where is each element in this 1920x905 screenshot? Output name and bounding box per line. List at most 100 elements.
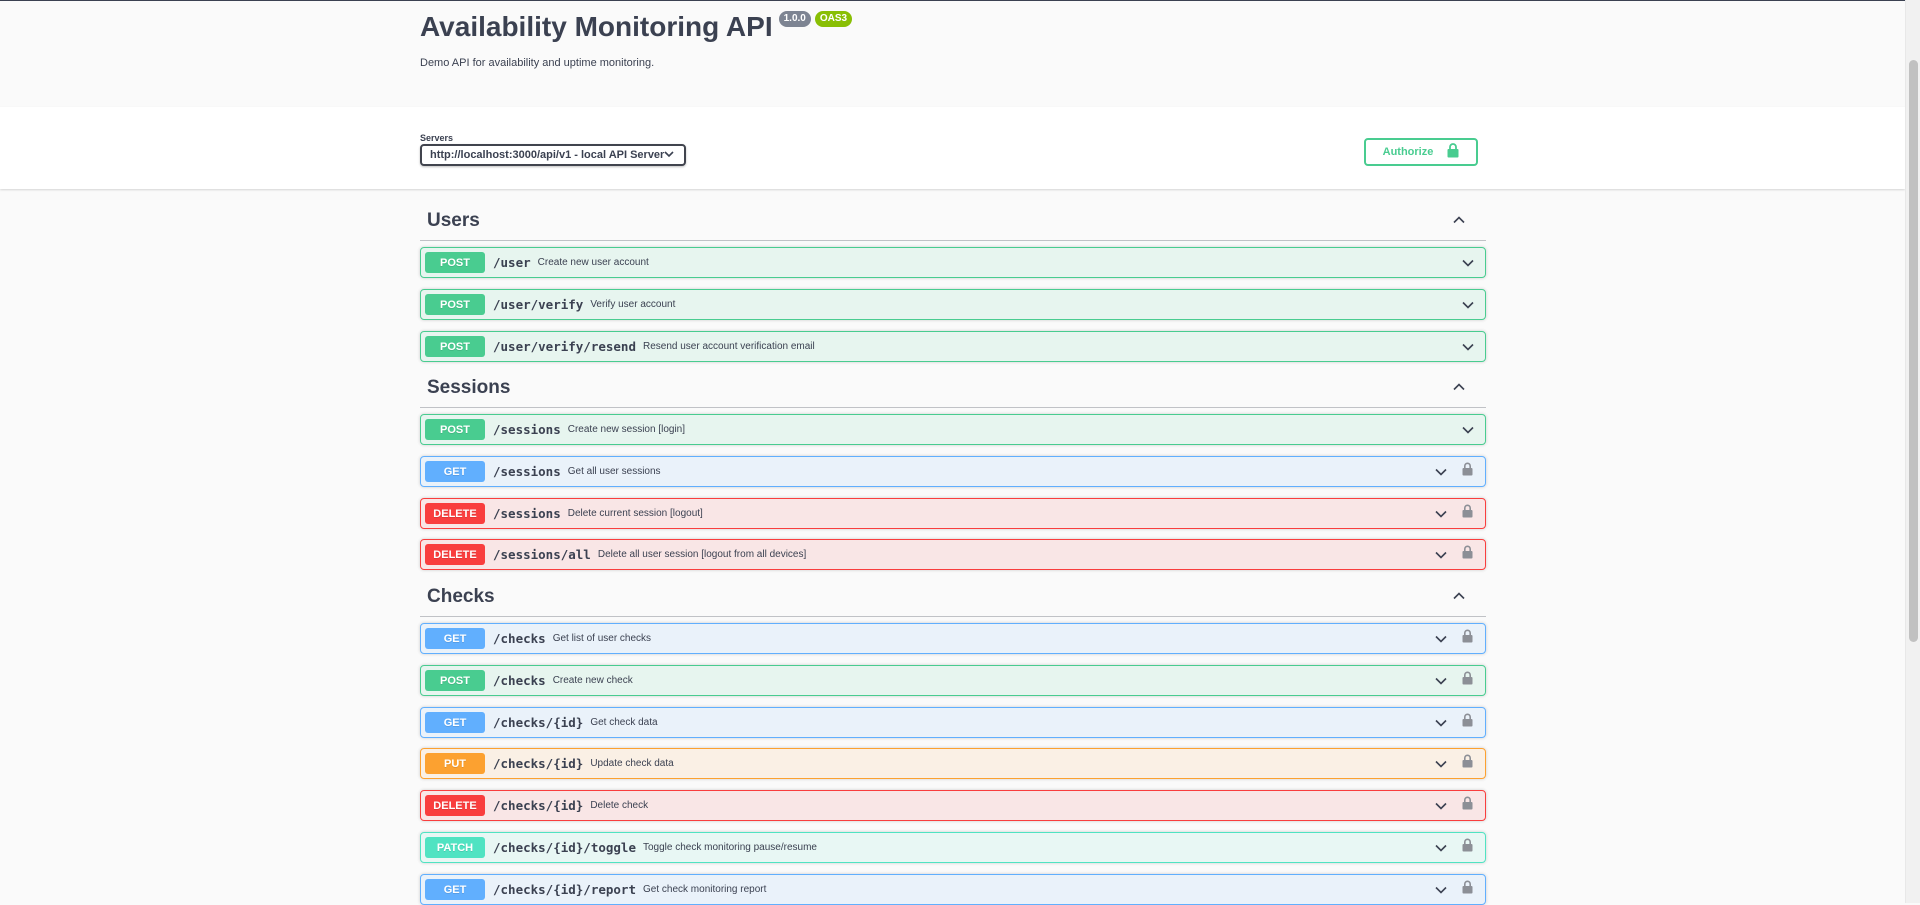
operation-row[interactable]: DELETE/sessions Delete current session [l…: [420, 498, 1486, 529]
operation-controls: [1434, 791, 1485, 820]
operation-row[interactable]: POST/checks Create new check: [420, 665, 1486, 696]
operation-summary: Resend user account verification email: [643, 341, 815, 352]
chevron-down-icon[interactable]: [1434, 883, 1448, 897]
operation-row[interactable]: PUT/checks/{id} Update check data: [420, 748, 1486, 779]
operation-path: /checks: [493, 673, 546, 688]
operation-summary: Create new session [login]: [567, 424, 686, 435]
lock-icon[interactable]: [1462, 545, 1473, 564]
operation-path: /checks/{id}: [493, 756, 584, 771]
operation-controls: [1434, 833, 1485, 862]
method-badge: GET: [425, 712, 485, 733]
method-badge: DELETE: [425, 544, 485, 565]
tag-section-users[interactable]: Users: [420, 201, 1486, 241]
operation-path: /sessions/all: [493, 547, 591, 562]
authorize-button[interactable]: Authorize: [1364, 138, 1478, 166]
method-badge: PATCH: [425, 837, 485, 858]
operation-path: /sessions: [493, 422, 561, 437]
method-badge: POST: [425, 252, 485, 273]
chevron-down-icon[interactable]: [1434, 507, 1448, 521]
chevron-down-icon[interactable]: [1461, 423, 1475, 437]
chevron-down-icon[interactable]: [1434, 674, 1448, 688]
operation-summary: Create new user account: [537, 257, 649, 268]
operation-summary: Get check data: [590, 717, 658, 728]
info-section: [0, 1, 1905, 107]
chevron-down-icon[interactable]: [1461, 298, 1475, 312]
chevron-down-icon[interactable]: [1434, 716, 1448, 730]
operation-row[interactable]: POST/user Create new user account: [420, 247, 1486, 278]
operation-controls: [1461, 332, 1485, 361]
operation-row[interactable]: GET/checks/{id} Get check data: [420, 707, 1486, 738]
chevron-down-icon[interactable]: [1434, 632, 1448, 646]
operation-row[interactable]: GET/checks/{id}/report Get check monitori…: [420, 874, 1486, 905]
operation-row[interactable]: GET/sessions Get all user sessions: [420, 456, 1486, 487]
tag-section-sessions[interactable]: Sessions: [420, 368, 1486, 408]
scheme-container: [0, 107, 1905, 189]
method-badge: DELETE: [425, 795, 485, 816]
method-badge: POST: [425, 294, 485, 315]
lock-icon[interactable]: [1462, 754, 1473, 773]
lock-icon[interactable]: [1462, 796, 1473, 815]
chevron-up-icon[interactable]: [1452, 589, 1466, 603]
lock-icon[interactable]: [1462, 629, 1473, 648]
operation-row[interactable]: POST/user/verify Verify user account: [420, 289, 1486, 320]
chevron-up-icon[interactable]: [1452, 380, 1466, 394]
operation-row[interactable]: DELETE/checks/{id} Delete check: [420, 790, 1486, 821]
operation-controls: [1434, 499, 1485, 528]
operation-row[interactable]: DELETE/sessions/all Delete all user sessi…: [420, 539, 1486, 570]
operation-row[interactable]: GET/checks Get list of user checks: [420, 623, 1486, 654]
operation-summary: Delete current session [logout]: [567, 508, 703, 519]
chevron-down-icon[interactable]: [1461, 256, 1475, 270]
lock-icon[interactable]: [1462, 504, 1473, 523]
lock-icon[interactable]: [1462, 462, 1473, 481]
chevron-down-icon[interactable]: [1434, 841, 1448, 855]
operation-path: /user: [493, 255, 531, 270]
method-badge: PUT: [425, 753, 485, 774]
method-badge: GET: [425, 461, 485, 482]
title-row: Availability Monitoring API 1.0.0 OAS3: [420, 11, 853, 43]
operation-summary: Get all user sessions: [567, 466, 661, 477]
chevron-up-icon[interactable]: [1452, 213, 1466, 227]
scrollbar-thumb[interactable]: [1909, 60, 1918, 642]
operation-controls: [1434, 708, 1485, 737]
operation-controls: [1434, 457, 1485, 486]
chevron-down-icon[interactable]: [1434, 799, 1448, 813]
operation-controls: [1434, 875, 1485, 904]
operation-row[interactable]: POST/user/verify/resend Resend user accou…: [420, 331, 1486, 362]
operation-summary: Update check data: [590, 758, 674, 769]
operation-path: /checks: [493, 631, 546, 646]
chevron-down-icon[interactable]: [1461, 340, 1475, 354]
oas-badge: OAS3: [814, 11, 853, 27]
operation-summary: Delete check: [590, 800, 649, 811]
operation-controls: [1434, 540, 1485, 569]
tag-title: Sessions: [427, 376, 511, 398]
operation-controls: [1434, 666, 1485, 695]
chevron-down-icon[interactable]: [1434, 757, 1448, 771]
lock-icon: [1447, 143, 1459, 161]
operation-path: /sessions: [493, 464, 561, 479]
operation-controls: [1434, 749, 1485, 778]
lock-icon[interactable]: [1462, 671, 1473, 690]
operation-row[interactable]: POST/sessions Create new session [login]: [420, 414, 1486, 445]
operation-controls: [1461, 248, 1485, 277]
chevron-down-icon[interactable]: [1434, 548, 1448, 562]
servers-select[interactable]: http://localhost:3000/api/v1 - local API…: [420, 144, 686, 166]
api-description: Demo API for availability and uptime mon…: [420, 57, 655, 69]
operation-controls: [1461, 415, 1485, 444]
operation-path: /user/verify: [493, 297, 584, 312]
lock-icon[interactable]: [1462, 880, 1473, 899]
operation-path: /checks/{id}: [493, 798, 584, 813]
operation-summary: Toggle check monitoring pause/resume: [643, 842, 817, 853]
method-badge: DELETE: [425, 503, 485, 524]
chevron-down-icon[interactable]: [1434, 465, 1448, 479]
operation-controls: [1434, 624, 1485, 653]
tag-title: Users: [427, 209, 480, 231]
lock-icon[interactable]: [1462, 838, 1473, 857]
operation-path: /checks/{id}/toggle: [493, 840, 636, 855]
tag-section-checks[interactable]: Checks: [420, 577, 1486, 617]
operation-summary: Get check monitoring report: [643, 884, 767, 895]
operation-summary: Verify user account: [590, 299, 676, 310]
scrollbar[interactable]: [1905, 0, 1920, 903]
operation-summary: Get list of user checks: [552, 633, 652, 644]
operation-row[interactable]: PATCH/checks/{id}/toggle Toggle check mon…: [420, 832, 1486, 863]
lock-icon[interactable]: [1462, 713, 1473, 732]
